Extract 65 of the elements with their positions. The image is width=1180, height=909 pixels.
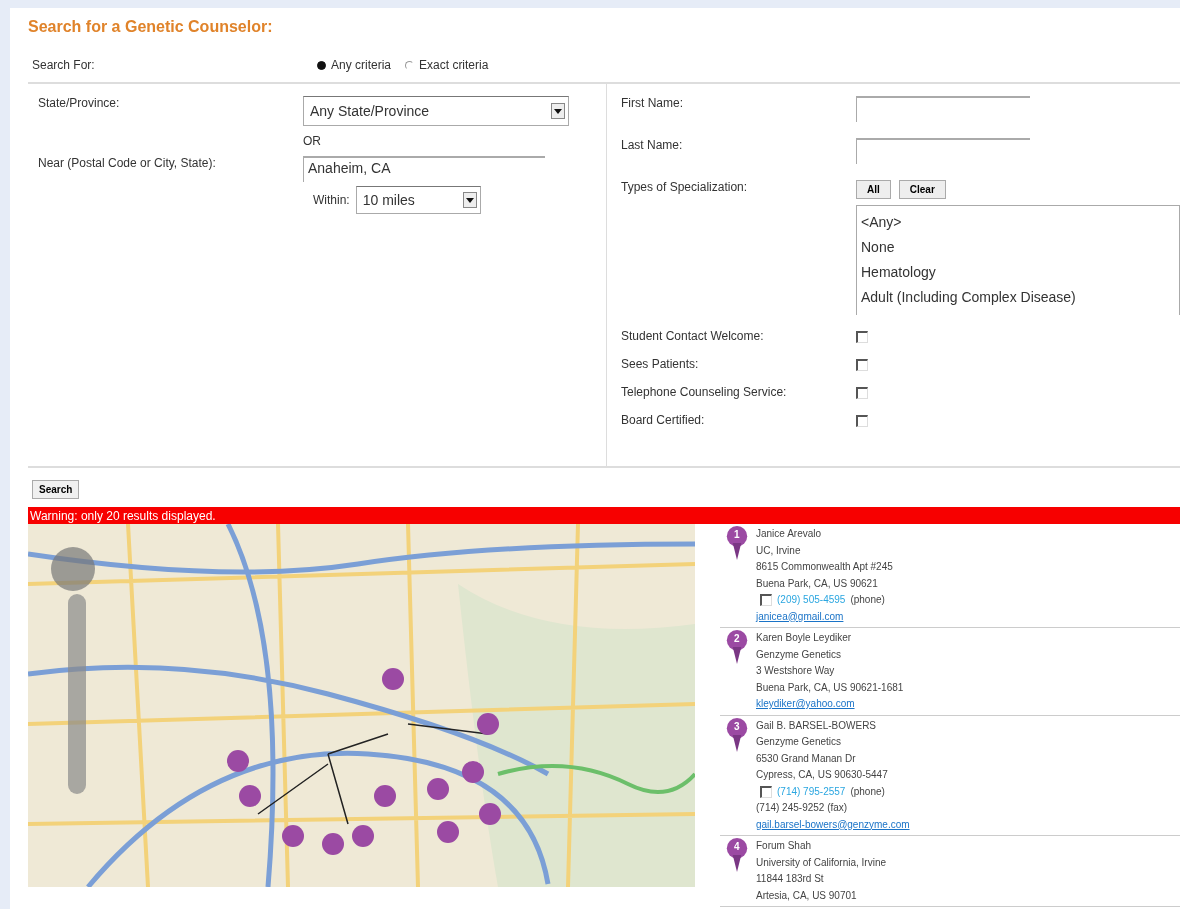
field-label: Types of Specialization: [621,180,749,196]
field-label: Board Certified: [621,413,706,427]
field-label: Student Contact Welcome: [621,329,765,343]
list-option[interactable]: <Any> [861,214,1175,230]
small-button[interactable]: Clear [898,180,946,199]
name-field[interactable] [856,96,1030,122]
fax-number: (714) 245-9252 (fax) [756,801,849,815]
email-link[interactable]: janicea@gmail.com [756,608,893,625]
list-option[interactable]: Hematology [861,264,1175,280]
search-button[interactable]: Search [32,480,80,499]
result-line: 3 Westshore Way [756,664,836,678]
within-label: Within: [313,193,350,207]
list-option[interactable]: Adult (Including Complex Disease) [861,289,1175,305]
warning-bar: Warning: only 20 results displayed. [28,507,1180,524]
field-label: Last Name: [621,138,684,154]
field-label: First Name: [621,96,684,112]
result-line: 8615 Commonwealth Apt #245 [756,560,893,574]
location-field[interactable]: Anaheim, CA [303,156,545,182]
result-line: Buena Park, CA, US 90621 [756,576,879,591]
pin-icon [724,717,750,752]
marker-number: 3 [734,720,740,732]
email-link[interactable]: kleydiker@yahoo.com [756,696,904,713]
radio-option[interactable]: Any criteria [317,58,392,72]
field-label: Near (Postal Code or City, State): [38,156,217,172]
field-label: Telephone Counseling Service: [621,385,788,399]
checkbox[interactable] [856,415,868,427]
pin-icon [724,838,750,872]
field-label: Sees Patients: [621,357,700,371]
result-line: Cypress, CA, US 90630-5447 [756,768,889,782]
result-line: Artesia, CA, US 90701 [756,888,858,903]
search-for-label: Search For: [32,58,96,72]
radio-option[interactable]: Exact criteria [405,58,489,72]
result-line: Janice Arevalo [756,527,823,541]
pin-icon [724,526,750,560]
phone-type: (phone) [850,784,885,799]
name-field[interactable] [856,138,1030,164]
result-line: Karen Boyle Leydiker [756,631,853,645]
result-line: UC, Irvine [756,543,802,558]
checkbox[interactable] [856,387,868,399]
result-line: Genzyme Genetics [756,647,843,662]
result-line: Buena Park, CA, US 90621-1681 [756,680,904,695]
small-button[interactable]: All [856,180,891,199]
field-label: State/Province: [38,96,121,112]
pin-icon [724,630,750,664]
checkbox[interactable] [856,331,868,343]
specialization-list[interactable]: <Any> None Hematology Adult (Including Complex Disease) [856,205,1180,315]
checkbox[interactable] [760,594,772,607]
result-line: 6530 Grand Manan Dr [756,751,857,766]
checkbox[interactable] [760,785,772,798]
checkbox[interactable] [856,359,868,371]
result-line: 11844 183rd St [756,872,825,886]
phone-type: (phone) [850,593,885,607]
marker-number: 2 [734,633,740,644]
result-line: Forum Shah [756,839,813,853]
marker-number: 4 [734,841,740,852]
email-link[interactable]: gail.barsel-bowers@genzyme.com [756,816,910,833]
distance-dropdown[interactable]: 10 miles [355,186,481,214]
list-option[interactable]: None [861,239,1175,255]
or-text: OR [303,134,322,148]
marker-number: 1 [734,529,740,540]
state-dropdown[interactable]: Any State/Province [303,96,569,126]
result-line: Genzyme Genetics [756,735,843,749]
result-line: Gail B. BARSEL-BOWERS [756,718,878,733]
result-line: University of California, Irvine [756,855,887,870]
page-title: Search for a Genetic Counselor: [28,18,274,36]
